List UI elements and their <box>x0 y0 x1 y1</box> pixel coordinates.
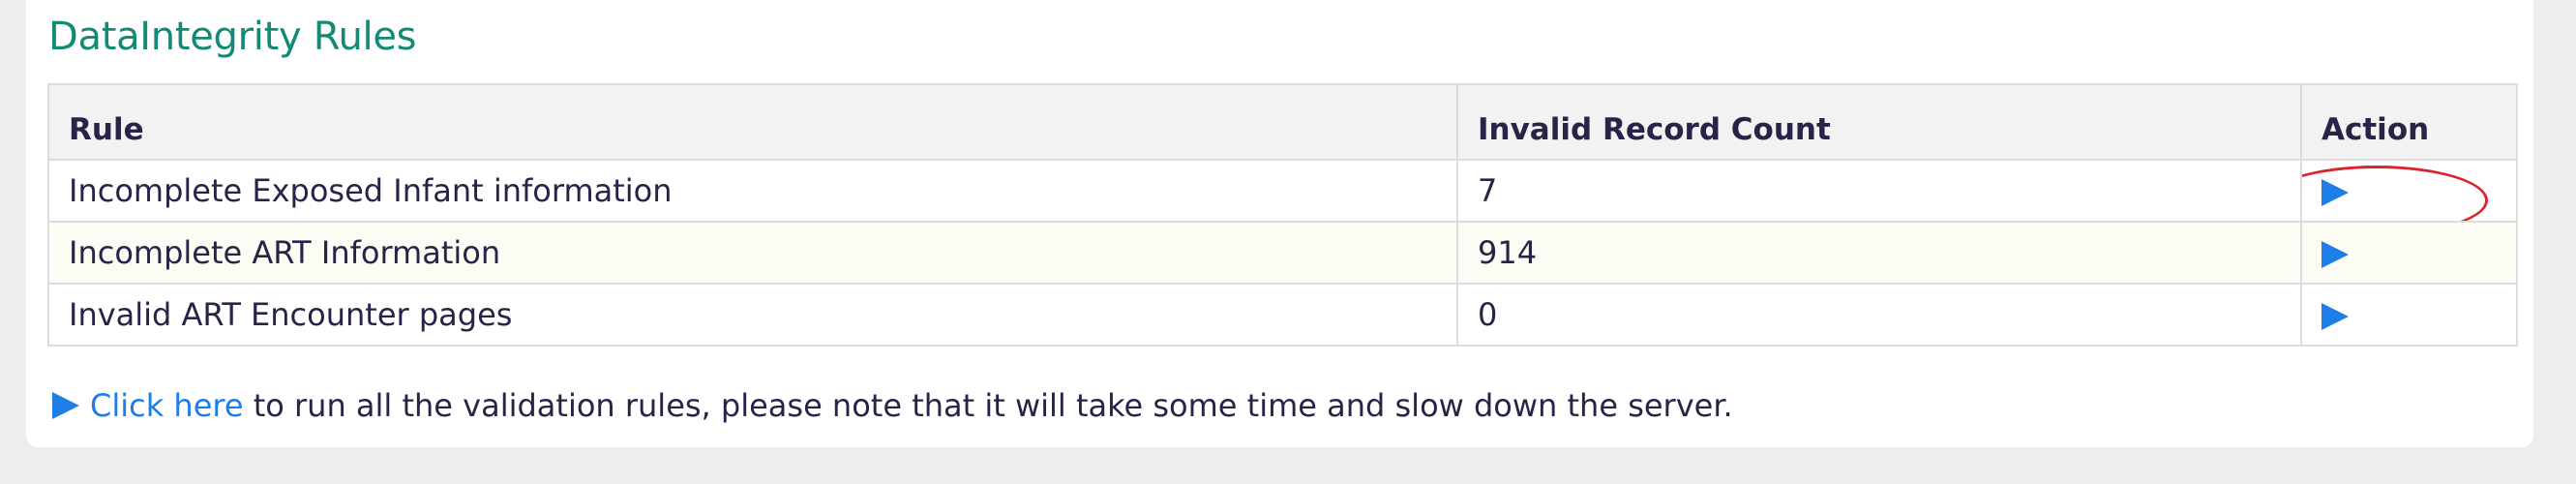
play-icon[interactable] <box>2321 303 2349 330</box>
click-here-link[interactable]: Click here <box>90 387 244 424</box>
column-header-action: Action <box>2300 83 2518 161</box>
table-row: Incomplete ART Information 914 <box>47 221 2518 285</box>
invalid-count-cell: 7 <box>1456 159 2302 223</box>
play-icon[interactable] <box>2321 179 2349 206</box>
data-integrity-panel: DataIntegrity Rules Rule Invalid Record … <box>26 0 2533 447</box>
action-cell <box>2300 283 2518 347</box>
play-icon[interactable] <box>52 392 79 419</box>
column-header-invalid-record-count: Invalid Record Count <box>1456 83 2302 161</box>
action-cell <box>2300 159 2518 223</box>
panel-title: DataIntegrity Rules <box>48 15 417 59</box>
column-header-rule: Rule <box>47 83 1458 161</box>
play-icon[interactable] <box>2321 241 2349 268</box>
run-all-description: to run all the validation rules, please … <box>243 387 1733 424</box>
action-cell-wrapper <box>2303 166 2497 220</box>
rule-name-cell: Incomplete ART Information <box>47 221 1458 285</box>
rule-name-cell: Incomplete Exposed Infant information <box>47 159 1458 223</box>
rules-table: Rule Invalid Record Count Action Incompl… <box>47 83 2518 347</box>
run-all-note: Click here to run all the validation rul… <box>52 386 1733 425</box>
table-header-row: Rule Invalid Record Count Action <box>47 83 2518 161</box>
table-row: Invalid ART Encounter pages 0 <box>47 283 2518 347</box>
invalid-count-cell: 0 <box>1456 283 2302 347</box>
rule-name-cell: Invalid ART Encounter pages <box>47 283 1458 347</box>
table-row: Incomplete Exposed Infant information 7 <box>47 159 2518 223</box>
action-cell <box>2300 221 2518 285</box>
invalid-count-cell: 914 <box>1456 221 2302 285</box>
